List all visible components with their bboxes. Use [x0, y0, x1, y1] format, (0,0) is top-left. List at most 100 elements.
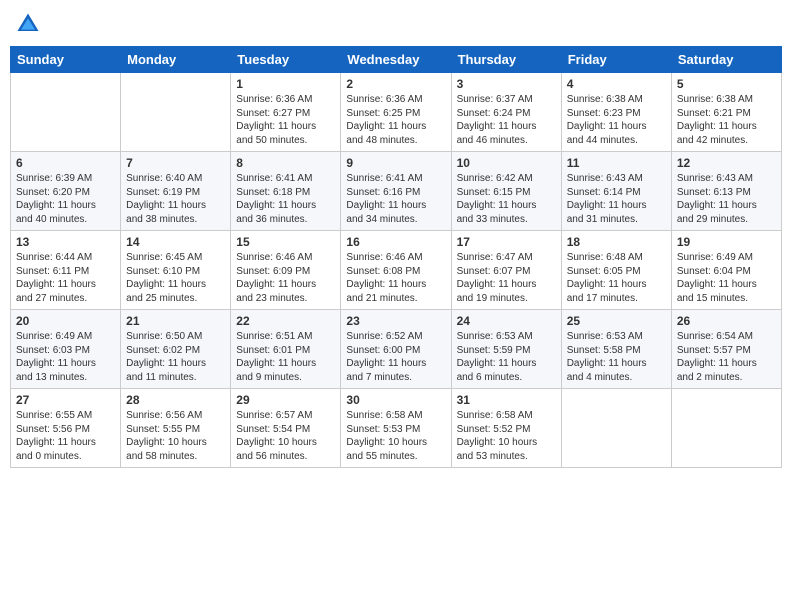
day-number: 2: [346, 77, 445, 91]
week-row-3: 13 Sunrise: 6:44 AM Sunset: 6:11 PM Dayli…: [11, 231, 782, 310]
logo: [14, 10, 44, 38]
calendar-cell: 13 Sunrise: 6:44 AM Sunset: 6:11 PM Dayli…: [11, 231, 121, 310]
day-number: 30: [346, 393, 445, 407]
calendar-cell: 27 Sunrise: 6:55 AM Sunset: 5:56 PM Dayli…: [11, 389, 121, 468]
calendar-cell: 12 Sunrise: 6:43 AM Sunset: 6:13 PM Dayli…: [671, 152, 781, 231]
day-info: Sunrise: 6:43 AM Sunset: 6:14 PM Dayligh…: [567, 172, 666, 226]
calendar-cell: 26 Sunrise: 6:54 AM Sunset: 5:57 PM Dayli…: [671, 310, 781, 389]
calendar-cell: 24 Sunrise: 6:53 AM Sunset: 5:59 PM Dayli…: [451, 310, 561, 389]
day-number: 10: [457, 156, 556, 170]
day-info: Sunrise: 6:44 AM Sunset: 6:11 PM Dayligh…: [16, 251, 115, 305]
calendar-cell: 21 Sunrise: 6:50 AM Sunset: 6:02 PM Dayli…: [121, 310, 231, 389]
week-row-4: 20 Sunrise: 6:49 AM Sunset: 6:03 PM Dayli…: [11, 310, 782, 389]
calendar-cell: 8 Sunrise: 6:41 AM Sunset: 6:18 PM Daylig…: [231, 152, 341, 231]
day-number: 26: [677, 314, 776, 328]
day-number: 23: [346, 314, 445, 328]
day-number: 22: [236, 314, 335, 328]
day-info: Sunrise: 6:38 AM Sunset: 6:23 PM Dayligh…: [567, 93, 666, 147]
day-number: 9: [346, 156, 445, 170]
day-info: Sunrise: 6:51 AM Sunset: 6:01 PM Dayligh…: [236, 330, 335, 384]
calendar-cell: [561, 389, 671, 468]
day-info: Sunrise: 6:47 AM Sunset: 6:07 PM Dayligh…: [457, 251, 556, 305]
calendar-cell: 14Sunrise: 6:45 AM Sunset: 6:10 PM Dayli…: [121, 231, 231, 310]
day-number: 16: [346, 235, 445, 249]
day-info: Sunrise: 6:53 AM Sunset: 5:59 PM Dayligh…: [457, 330, 556, 384]
day-number: 25: [567, 314, 666, 328]
day-info: Sunrise: 6:36 AM Sunset: 6:25 PM Dayligh…: [346, 93, 445, 147]
day-info: Sunrise: 6:45 AM Sunset: 6:10 PM Dayligh…: [126, 251, 225, 305]
day-info: Sunrise: 6:52 AM Sunset: 6:00 PM Dayligh…: [346, 330, 445, 384]
day-number: 6: [16, 156, 115, 170]
calendar-cell: 15Sunrise: 6:46 AM Sunset: 6:09 PM Dayli…: [231, 231, 341, 310]
calendar-cell: 3 Sunrise: 6:37 AM Sunset: 6:24 PM Daylig…: [451, 73, 561, 152]
day-info: Sunrise: 6:55 AM Sunset: 5:56 PM Dayligh…: [16, 409, 115, 463]
day-number: 12: [677, 156, 776, 170]
day-number: 24: [457, 314, 556, 328]
day-info: Sunrise: 6:48 AM Sunset: 6:05 PM Dayligh…: [567, 251, 666, 305]
day-info: Sunrise: 6:50 AM Sunset: 6:02 PM Dayligh…: [126, 330, 225, 384]
day-number: 17: [457, 235, 556, 249]
weekday-header-thursday: Thursday: [451, 47, 561, 73]
day-number: 13: [16, 235, 115, 249]
calendar-cell: 20 Sunrise: 6:49 AM Sunset: 6:03 PM Dayli…: [11, 310, 121, 389]
calendar-cell: [671, 389, 781, 468]
day-info: Sunrise: 6:58 AM Sunset: 5:52 PM Dayligh…: [457, 409, 556, 463]
calendar-cell: [121, 73, 231, 152]
day-info: Sunrise: 6:49 AM Sunset: 6:03 PM Dayligh…: [16, 330, 115, 384]
calendar-cell: 4 Sunrise: 6:38 AM Sunset: 6:23 PM Daylig…: [561, 73, 671, 152]
day-number: 29: [236, 393, 335, 407]
day-number: 28: [126, 393, 225, 407]
day-info: Sunrise: 6:43 AM Sunset: 6:13 PM Dayligh…: [677, 172, 776, 226]
logo-icon: [14, 10, 42, 38]
day-number: 7: [126, 156, 225, 170]
week-row-5: 27 Sunrise: 6:55 AM Sunset: 5:56 PM Dayli…: [11, 389, 782, 468]
weekday-header-tuesday: Tuesday: [231, 47, 341, 73]
day-number: 18: [567, 235, 666, 249]
calendar-cell: 30Sunrise: 6:58 AM Sunset: 5:53 PM Dayli…: [341, 389, 451, 468]
calendar-cell: 11 Sunrise: 6:43 AM Sunset: 6:14 PM Dayli…: [561, 152, 671, 231]
page-header: [10, 10, 782, 38]
calendar-cell: 25 Sunrise: 6:53 AM Sunset: 5:58 PM Dayli…: [561, 310, 671, 389]
calendar-cell: 6Sunrise: 6:39 AM Sunset: 6:20 PM Daylig…: [11, 152, 121, 231]
day-info: Sunrise: 6:49 AM Sunset: 6:04 PM Dayligh…: [677, 251, 776, 305]
calendar-cell: 10 Sunrise: 6:42 AM Sunset: 6:15 PM Dayli…: [451, 152, 561, 231]
day-number: 27: [16, 393, 115, 407]
calendar-cell: 29Sunrise: 6:57 AM Sunset: 5:54 PM Dayli…: [231, 389, 341, 468]
calendar-cell: 7 Sunrise: 6:40 AM Sunset: 6:19 PM Daylig…: [121, 152, 231, 231]
day-number: 3: [457, 77, 556, 91]
day-number: 19: [677, 235, 776, 249]
calendar-cell: 5Sunrise: 6:38 AM Sunset: 6:21 PM Daylig…: [671, 73, 781, 152]
week-row-2: 6Sunrise: 6:39 AM Sunset: 6:20 PM Daylig…: [11, 152, 782, 231]
day-info: Sunrise: 6:56 AM Sunset: 5:55 PM Dayligh…: [126, 409, 225, 463]
day-number: 1: [236, 77, 335, 91]
day-info: Sunrise: 6:42 AM Sunset: 6:15 PM Dayligh…: [457, 172, 556, 226]
day-number: 11: [567, 156, 666, 170]
day-number: 20: [16, 314, 115, 328]
calendar-cell: 22 Sunrise: 6:51 AM Sunset: 6:01 PM Dayli…: [231, 310, 341, 389]
weekday-header-saturday: Saturday: [671, 47, 781, 73]
day-info: Sunrise: 6:54 AM Sunset: 5:57 PM Dayligh…: [677, 330, 776, 384]
day-number: 4: [567, 77, 666, 91]
weekday-header-monday: Monday: [121, 47, 231, 73]
day-number: 8: [236, 156, 335, 170]
day-number: 21: [126, 314, 225, 328]
calendar-cell: 9 Sunrise: 6:41 AM Sunset: 6:16 PM Daylig…: [341, 152, 451, 231]
weekday-header-friday: Friday: [561, 47, 671, 73]
day-info: Sunrise: 6:41 AM Sunset: 6:18 PM Dayligh…: [236, 172, 335, 226]
day-info: Sunrise: 6:37 AM Sunset: 6:24 PM Dayligh…: [457, 93, 556, 147]
calendar-cell: 28 Sunrise: 6:56 AM Sunset: 5:55 PM Dayli…: [121, 389, 231, 468]
day-info: Sunrise: 6:36 AM Sunset: 6:27 PM Dayligh…: [236, 93, 335, 147]
day-number: 31: [457, 393, 556, 407]
calendar-cell: 1 Sunrise: 6:36 AM Sunset: 6:27 PM Daylig…: [231, 73, 341, 152]
day-info: Sunrise: 6:40 AM Sunset: 6:19 PM Dayligh…: [126, 172, 225, 226]
calendar-cell: 19 Sunrise: 6:49 AM Sunset: 6:04 PM Dayli…: [671, 231, 781, 310]
calendar-cell: 17 Sunrise: 6:47 AM Sunset: 6:07 PM Dayli…: [451, 231, 561, 310]
day-info: Sunrise: 6:46 AM Sunset: 6:09 PM Dayligh…: [236, 251, 335, 305]
calendar-cell: 18 Sunrise: 6:48 AM Sunset: 6:05 PM Dayli…: [561, 231, 671, 310]
day-info: Sunrise: 6:53 AM Sunset: 5:58 PM Dayligh…: [567, 330, 666, 384]
day-info: Sunrise: 6:46 AM Sunset: 6:08 PM Dayligh…: [346, 251, 445, 305]
day-info: Sunrise: 6:41 AM Sunset: 6:16 PM Dayligh…: [346, 172, 445, 226]
week-row-1: 1 Sunrise: 6:36 AM Sunset: 6:27 PM Daylig…: [11, 73, 782, 152]
weekday-header-row: SundayMondayTuesdayWednesdayThursdayFrid…: [11, 47, 782, 73]
calendar-cell: 16 Sunrise: 6:46 AM Sunset: 6:08 PM Dayli…: [341, 231, 451, 310]
